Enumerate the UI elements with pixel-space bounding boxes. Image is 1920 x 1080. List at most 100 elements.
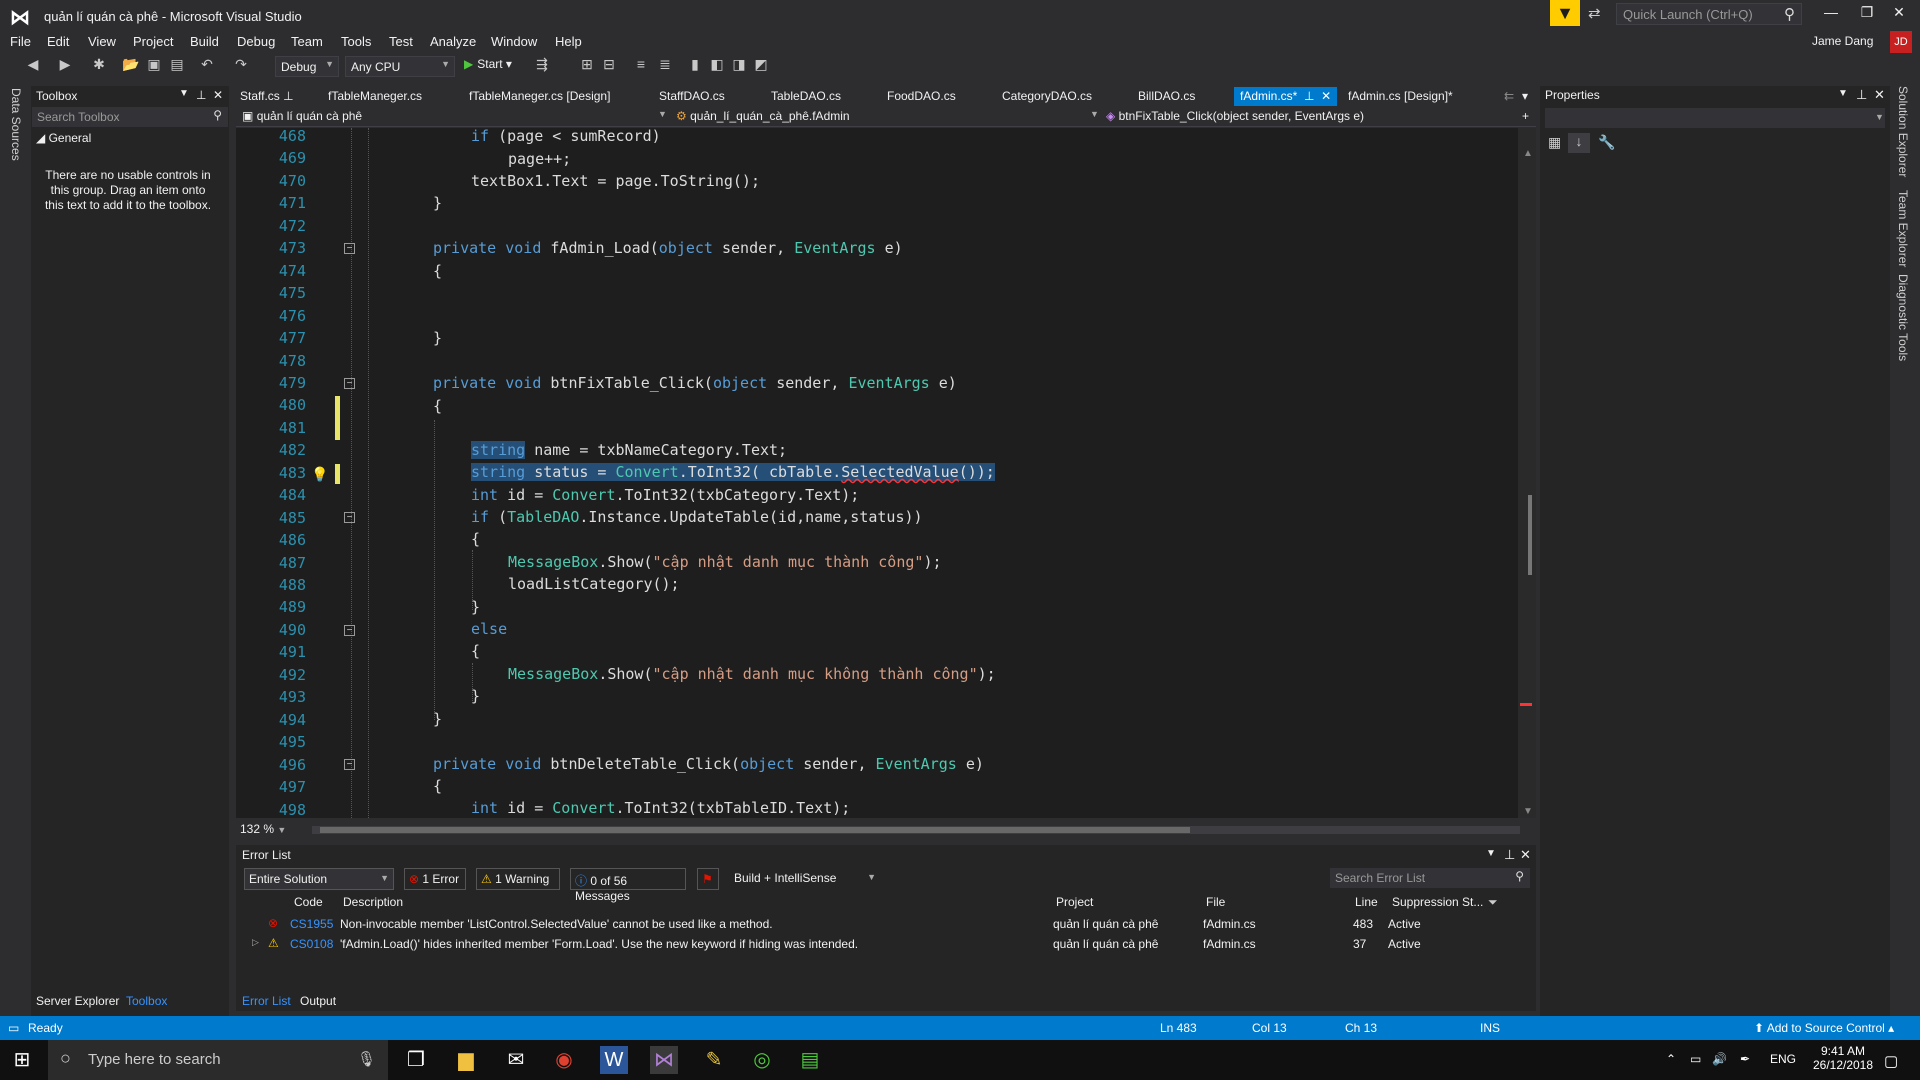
error-search-input[interactable]: Search Error List ⚲ bbox=[1330, 868, 1530, 888]
column-project[interactable]: Project bbox=[1056, 895, 1093, 909]
app-icon[interactable]: ◎ bbox=[748, 1046, 776, 1074]
chevron-down-icon[interactable]: ▼ bbox=[1838, 88, 1848, 99]
add-to-source-control[interactable]: ⬆ Add to Source Control ▴ bbox=[1754, 1021, 1894, 1035]
collapse-icon[interactable]: − bbox=[344, 759, 355, 770]
tab-categorydao-cs[interactable]: CategoryDAO.cs bbox=[1002, 87, 1092, 106]
forward-icon[interactable]: ▶ bbox=[56, 56, 74, 76]
undo-icon[interactable]: ↶ bbox=[198, 56, 216, 76]
chevron-down-icon[interactable]: ▼ bbox=[1875, 112, 1884, 122]
comment-icon[interactable]: ≡ bbox=[632, 56, 650, 76]
menu-project[interactable]: Project bbox=[133, 34, 173, 49]
menu-analyze[interactable]: Analyze bbox=[430, 34, 476, 49]
tab-staff-cs[interactable]: Staff.cs ⊥ bbox=[240, 87, 294, 106]
pin-icon[interactable]: ⊥ bbox=[1504, 847, 1515, 863]
menu-tools[interactable]: Tools bbox=[341, 34, 371, 49]
network-icon[interactable]: ▭ bbox=[1690, 1052, 1701, 1066]
user-name[interactable]: Jame Dang bbox=[1812, 34, 1873, 48]
mail-icon[interactable]: ✉ bbox=[502, 1046, 530, 1074]
file-explorer-icon[interactable]: ▆ bbox=[452, 1046, 480, 1074]
toolbox-search-input[interactable]: Search Toolbox ⚲ bbox=[32, 107, 228, 127]
taskbar-search[interactable]: ○ Type here to search 🎙 bbox=[48, 1040, 388, 1080]
browser-link-icon[interactable]: ⇶ bbox=[533, 56, 551, 76]
avatar[interactable]: JD bbox=[1890, 31, 1912, 53]
chrome-icon[interactable]: ◉ bbox=[550, 1046, 578, 1074]
menu-build[interactable]: Build bbox=[190, 34, 219, 49]
error-squiggle[interactable]: SelectedValue bbox=[841, 463, 958, 481]
collapse-icon[interactable]: − bbox=[344, 512, 355, 523]
build-filter-select[interactable]: Build + IntelliSense ▼ bbox=[730, 868, 880, 890]
notification-filter-icon[interactable]: ▼ bbox=[1550, 0, 1580, 26]
column-file[interactable]: File bbox=[1206, 895, 1225, 909]
quick-launch-input[interactable]: Quick Launch (Ctrl+Q) ⚲ bbox=[1616, 3, 1802, 25]
split-icon[interactable]: + bbox=[1522, 109, 1529, 123]
properties-object-select[interactable] bbox=[1545, 108, 1885, 128]
alphabetical-icon[interactable]: ↓ bbox=[1568, 133, 1590, 153]
diagnostic-tools-tab[interactable]: Diagnostic Tools bbox=[1896, 274, 1910, 361]
visual-studio-taskbar-icon[interactable]: ⋈ bbox=[650, 1046, 678, 1074]
word-icon[interactable]: W bbox=[600, 1046, 628, 1074]
next-bookmark-icon[interactable]: ◨ bbox=[730, 56, 748, 76]
close-icon[interactable]: ✕ bbox=[1321, 89, 1331, 103]
menu-test[interactable]: Test bbox=[389, 34, 413, 49]
member-dropdown[interactable]: ◈ btnFixTable_Click(object sender, Event… bbox=[1106, 109, 1364, 123]
tab-dropdown-icon[interactable]: ▾ bbox=[1522, 87, 1528, 106]
language-indicator[interactable]: ENG bbox=[1770, 1052, 1796, 1066]
pin-icon[interactable]: ⊥ bbox=[1856, 87, 1867, 103]
menu-help[interactable]: Help bbox=[555, 34, 582, 49]
pin-icon[interactable]: ⊥ bbox=[283, 89, 293, 103]
menu-edit[interactable]: Edit bbox=[47, 34, 69, 49]
open-file-icon[interactable]: 📂 bbox=[122, 56, 140, 76]
team-explorer-tab[interactable]: Team Explorer bbox=[1896, 190, 1910, 267]
data-sources-tab[interactable]: Data Sources bbox=[9, 88, 23, 161]
pin-icon[interactable]: ⊥ bbox=[196, 88, 206, 102]
error-scope-select[interactable]: Entire Solution ▼ bbox=[244, 868, 394, 890]
chevron-down-icon[interactable]: ▼ bbox=[1486, 848, 1496, 859]
tab-scroll-icon[interactable]: ⇇ bbox=[1504, 87, 1514, 106]
bookmark-icon[interactable]: ▮ bbox=[686, 56, 704, 76]
tab-ftablemaneger-design[interactable]: fTableManeger.cs [Design] bbox=[469, 87, 610, 106]
uncomment-icon[interactable]: ≣ bbox=[656, 56, 674, 76]
scroll-down-icon[interactable]: ▼ bbox=[1523, 806, 1533, 817]
tab-fooddao-cs[interactable]: FoodDAO.cs bbox=[887, 87, 956, 106]
tab-error-list[interactable]: Error List bbox=[242, 994, 291, 1008]
tab-toolbox[interactable]: Toolbox bbox=[126, 994, 167, 1008]
minimize-button[interactable]: — bbox=[1816, 4, 1846, 26]
collapse-icon[interactable]: − bbox=[344, 625, 355, 636]
error-code[interactable]: CS1955 bbox=[290, 917, 333, 931]
save-icon[interactable]: ▣ bbox=[145, 56, 163, 76]
sql-tools-icon[interactable]: ✎ bbox=[700, 1046, 728, 1074]
close-button[interactable]: ✕ bbox=[1884, 4, 1914, 26]
close-icon[interactable]: ✕ bbox=[1874, 87, 1885, 103]
expand-icon[interactable]: ▷ bbox=[252, 937, 259, 948]
column-code[interactable]: Code bbox=[294, 895, 323, 909]
column-line[interactable]: Line bbox=[1355, 895, 1378, 909]
error-code[interactable]: CS0108 bbox=[290, 937, 333, 951]
tab-tabledao-cs[interactable]: TableDAO.cs bbox=[771, 87, 841, 106]
tab-server-explorer[interactable]: Server Explorer bbox=[36, 994, 119, 1008]
close-icon[interactable]: ✕ bbox=[213, 88, 223, 102]
redo-icon[interactable]: ↷ bbox=[232, 56, 250, 76]
wrench-icon[interactable]: 🔧 bbox=[1598, 134, 1615, 151]
menu-view[interactable]: View bbox=[88, 34, 116, 49]
feedback-icon[interactable]: ⇄ bbox=[1588, 4, 1608, 24]
collapse-icon[interactable]: − bbox=[344, 378, 355, 389]
tab-fadmin-design[interactable]: fAdmin.cs [Design]* bbox=[1348, 87, 1453, 106]
tab-billdao-cs[interactable]: BillDAO.cs bbox=[1138, 87, 1195, 106]
messages-filter-button[interactable]: ⓘ 0 of 56 Messages bbox=[570, 868, 686, 903]
zoom-level[interactable]: 132 % ▼ bbox=[240, 822, 286, 836]
menu-debug[interactable]: Debug bbox=[237, 34, 275, 49]
save-all-icon[interactable]: ▤ bbox=[168, 56, 186, 76]
chevron-down-icon[interactable]: ▼ bbox=[658, 109, 667, 119]
solution-explorer-icon[interactable]: ⊞ bbox=[578, 56, 596, 76]
tab-fadmin-cs[interactable]: fAdmin.cs* ⊥ ✕ bbox=[1234, 87, 1338, 106]
platform-select[interactable]: Any CPU ▼ bbox=[345, 56, 455, 77]
clear-bookmarks-icon[interactable]: ◩ bbox=[752, 56, 770, 76]
scrollbar-thumb[interactable] bbox=[1528, 495, 1532, 575]
windows-start-icon[interactable]: ⊞ bbox=[8, 1046, 36, 1074]
clock[interactable]: 9:41 AM 26/12/2018 bbox=[1812, 1044, 1874, 1072]
horizontal-scrollbar-thumb[interactable] bbox=[320, 827, 1190, 833]
menu-team[interactable]: Team bbox=[291, 34, 323, 49]
pen-icon[interactable]: ✒ bbox=[1740, 1052, 1750, 1066]
solution-explorer-tab[interactable]: Solution Explorer bbox=[1896, 86, 1910, 177]
notifications-icon[interactable]: ▢ bbox=[1884, 1052, 1898, 1070]
